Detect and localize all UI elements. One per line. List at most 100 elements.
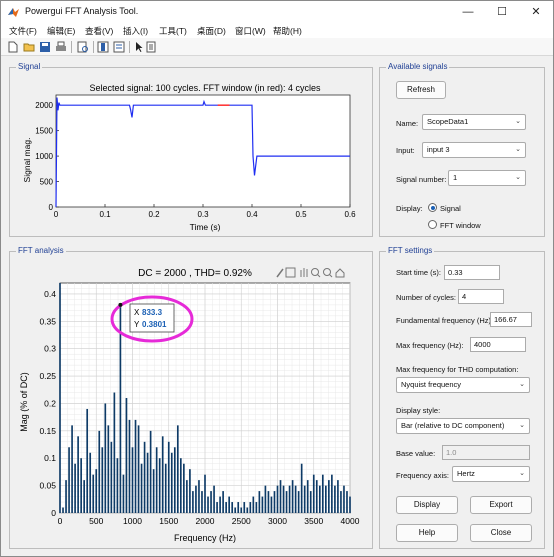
fft-bar: [346, 491, 348, 513]
cycles-input[interactable]: 4: [458, 289, 504, 304]
export-button[interactable]: Export: [470, 496, 532, 514]
close-button[interactable]: Close: [470, 524, 532, 542]
menu-file[interactable]: 文件(F): [9, 25, 37, 37]
maximize-button[interactable]: ☐: [485, 1, 519, 23]
fft-bar: [161, 436, 164, 513]
fft-bar: [116, 458, 119, 513]
toolbar-separator: [71, 41, 72, 53]
fft-bar: [201, 491, 203, 513]
fft-y-tick-label: 0.1: [44, 453, 56, 463]
frequency-axis-label: Frequency axis:: [396, 471, 449, 480]
fft-bar: [83, 480, 85, 513]
colorbar-icon[interactable]: [97, 41, 109, 53]
menu-tools[interactable]: 工具(T): [159, 25, 187, 37]
refresh-button[interactable]: Refresh: [396, 81, 446, 99]
fft-bar: [183, 463, 185, 513]
datatip-y-label: Y: [134, 320, 140, 329]
fft-bar: [288, 485, 291, 513]
fft-analysis-window: Powergui FFT Analysis Tool. — ☐ ✕ 文件(F) …: [0, 0, 554, 557]
fft-y-tick-label: 0.4: [44, 289, 56, 299]
fft-bar: [309, 491, 312, 513]
signal-chart-ylabel: Signal mag.: [22, 138, 32, 183]
menu-window[interactable]: 窗口(W): [235, 25, 266, 37]
fft-bar: [321, 474, 324, 513]
signal-x-tick-label: 0.4: [246, 210, 258, 219]
name-select[interactable]: ScopeData1 ⌄: [422, 114, 526, 130]
fundamental-frequency-input[interactable]: 166.67: [490, 312, 532, 327]
menu-insert[interactable]: 插入(I): [123, 25, 148, 37]
datatip-icon[interactable]: [285, 267, 296, 278]
brush-icon[interactable]: [276, 268, 284, 278]
signal-plot-area: 0 0.1 0.2 0.3 0.4 0.5 0.6 0 500 1000 1500 2000: [35, 94, 356, 219]
fft-y-tick-label: 0.3: [44, 344, 56, 354]
fft-bar: [282, 485, 285, 513]
thd-max-frequency-select[interactable]: Nyquist frequency ⌄: [396, 377, 530, 393]
fft-bar: [222, 491, 224, 513]
fft-bar: [270, 496, 273, 513]
signal-chart[interactable]: Selected signal: 100 cycles. FFT window …: [10, 68, 374, 238]
max-frequency-input[interactable]: 4000: [470, 337, 526, 352]
arrow-pointer-icon[interactable]: [133, 41, 145, 53]
zoom-out-icon[interactable]: [323, 268, 333, 278]
frequency-axis-select[interactable]: Hertz ⌄: [452, 466, 530, 482]
fft-bar: [122, 474, 125, 513]
fft-chart[interactable]: 0 500 1000 1500 2000 2500 3000 3500 4000 0 0.05 0.1…: [10, 252, 374, 550]
display-signal-radio[interactable]: [428, 203, 437, 212]
fft-bar: [331, 474, 333, 513]
display-style-select[interactable]: Bar (relative to DC component) ⌄: [396, 418, 530, 434]
signal-number-select[interactable]: 1 ⌄: [448, 170, 526, 186]
signal-x-tick-label: 0.5: [295, 210, 307, 219]
signal-y-tick-label: 2000: [35, 101, 53, 110]
menu-edit[interactable]: 编辑(E): [47, 25, 75, 37]
input-select[interactable]: input 3 ⌄: [422, 142, 526, 158]
fft-bar: [285, 491, 288, 513]
open-folder-icon[interactable]: [23, 41, 35, 53]
new-file-icon[interactable]: [7, 41, 19, 53]
pan-icon[interactable]: [300, 268, 308, 277]
matlab-icon: [8, 8, 19, 17]
signal-chart-title: Selected signal: 100 cycles. FFT window …: [90, 83, 321, 93]
display-label: Display:: [396, 204, 423, 213]
zoom-in-icon[interactable]: [311, 268, 321, 278]
display-fft-window-radio[interactable]: [428, 220, 437, 229]
property-editor-icon[interactable]: [145, 41, 157, 53]
window-title: Powergui FFT Analysis Tool.: [25, 6, 139, 16]
display-button[interactable]: Display: [396, 496, 458, 514]
title-bar[interactable]: Powergui FFT Analysis Tool. — ☐ ✕: [1, 1, 553, 23]
fft-x-tick-label: 3500: [304, 516, 323, 526]
fft-bar: [258, 491, 261, 513]
fft-bar: [86, 408, 89, 513]
fft-bar: [246, 507, 249, 513]
close-window-button[interactable]: ✕: [519, 1, 553, 23]
fft-bar: [155, 447, 158, 513]
fft-bar: [186, 480, 188, 513]
fft-chart-title: DC = 2000 , THD= 0.92%: [138, 268, 252, 279]
fft-y-tick-label: 0: [51, 508, 56, 518]
menu-desktop[interactable]: 桌面(D): [197, 25, 226, 37]
fft-y-tick-label: 0.25: [39, 371, 56, 381]
menu-help[interactable]: 帮助(H): [273, 25, 302, 37]
signal-y-tick-label: 0: [49, 203, 54, 212]
minimize-button[interactable]: —: [451, 1, 485, 23]
help-button[interactable]: Help: [396, 524, 458, 542]
start-time-label: Start time (s):: [396, 268, 442, 277]
fft-bar: [273, 491, 276, 513]
print-preview-icon[interactable]: [77, 41, 89, 53]
signal-x-tick-label: 0.6: [344, 210, 356, 219]
fft-bar: [74, 463, 76, 513]
menu-view[interactable]: 查看(V): [85, 25, 113, 37]
print-icon[interactable]: [55, 41, 67, 53]
signal-plot-frame: [55, 94, 351, 208]
home-icon[interactable]: [335, 268, 345, 278]
datatip-marker: [118, 302, 123, 307]
save-icon[interactable]: [39, 41, 51, 53]
fft-bar: [137, 425, 140, 513]
signal-number-label: Signal number:: [396, 175, 447, 184]
start-time-input[interactable]: 0.33: [444, 265, 500, 280]
legend-icon[interactable]: [113, 41, 125, 53]
fft-bar: [192, 491, 194, 513]
fft-bar: [337, 480, 339, 513]
datatip[interactable]: X 833.3 Y 0.3801: [129, 303, 175, 333]
fft-bar: [98, 430, 101, 513]
signal-panel: Signal Selected signal: 100 cycles. FFT …: [9, 62, 374, 238]
